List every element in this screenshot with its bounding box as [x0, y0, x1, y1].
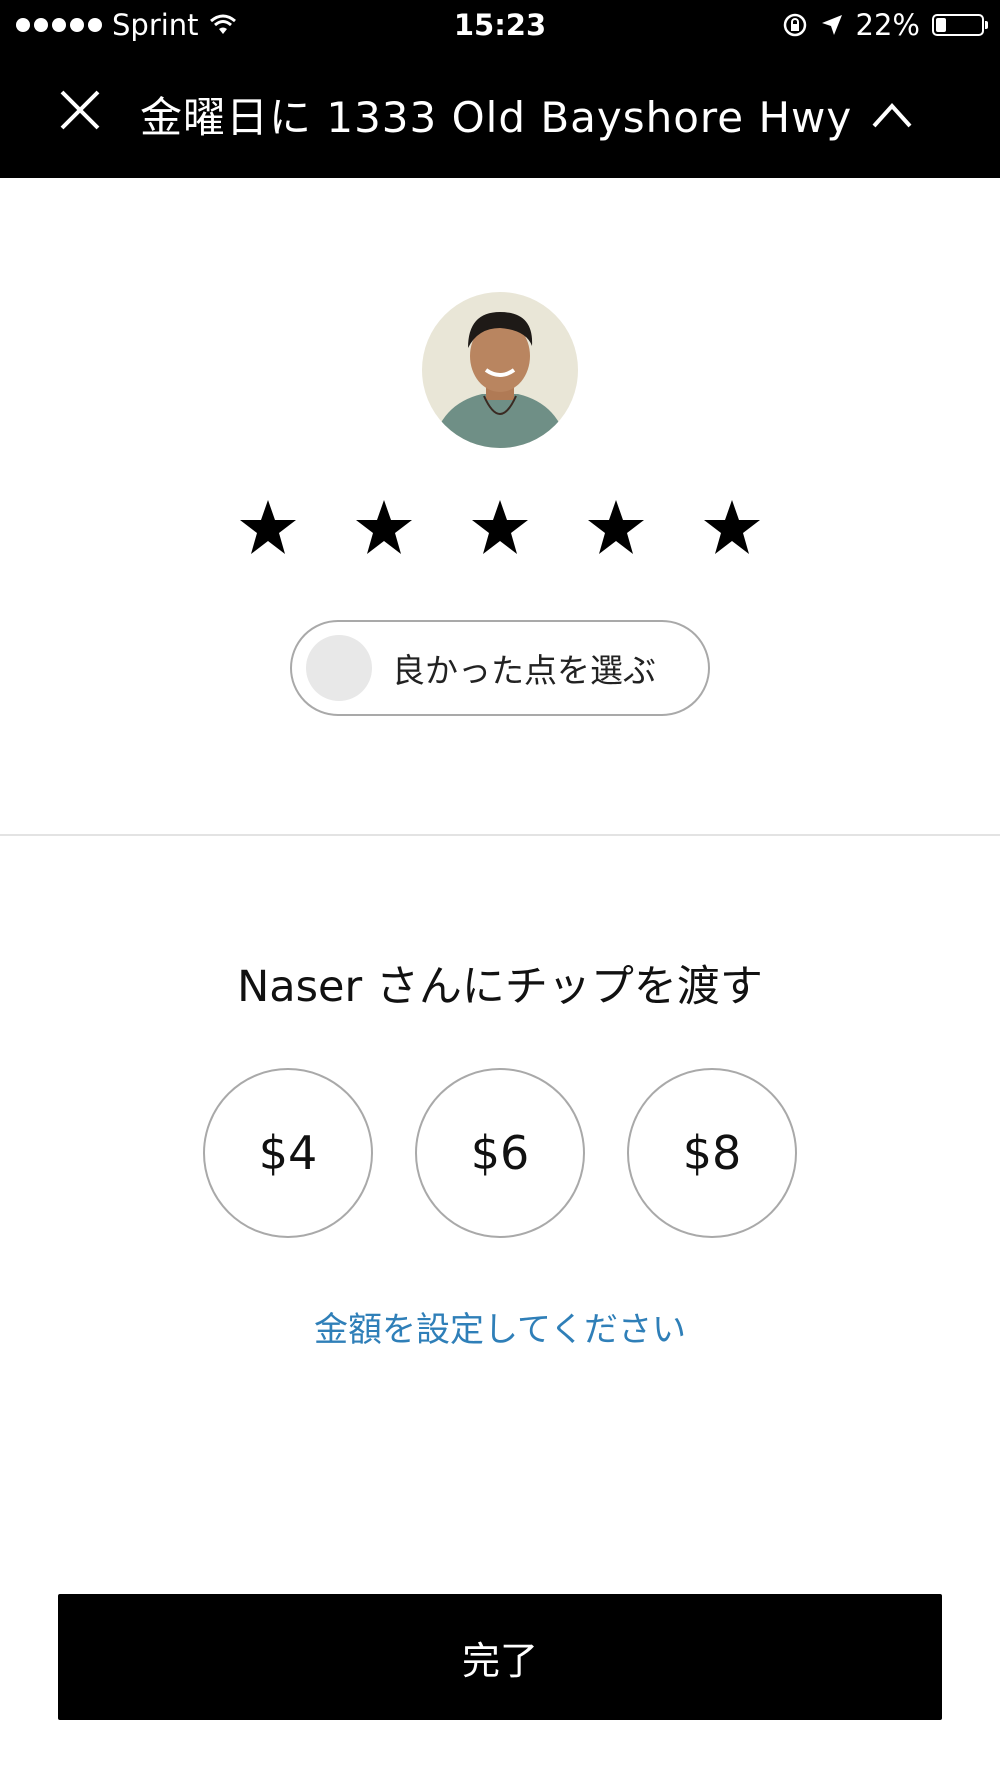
location-arrow-icon — [821, 15, 842, 35]
rotation-lock-icon — [783, 13, 806, 37]
custom-amount-link[interactable]: 金額を設定してください — [0, 1302, 1000, 1351]
star-2-icon[interactable] — [354, 498, 414, 558]
compliment-button[interactable]: 良かった点を選ぶ — [290, 620, 710, 716]
status-right: 22% — [782, 8, 988, 42]
section-divider — [0, 834, 1000, 836]
chevron-up-icon — [872, 102, 912, 127]
compliment-label: 良かった点を選ぶ — [392, 651, 656, 690]
battery-percent: 22% — [855, 8, 920, 42]
star-3-icon[interactable] — [470, 498, 530, 558]
star-rating — [0, 498, 1000, 558]
tip-option-8-button[interactable]: $8 — [627, 1068, 797, 1238]
tip-option-4-button[interactable]: $4 — [203, 1068, 373, 1238]
tip-heading: Naser さんにチップを渡す — [237, 962, 763, 1012]
trip-title-text: 金曜日に 1333 Old Bayshore Hwy — [140, 93, 853, 142]
star-5-icon[interactable] — [702, 498, 762, 558]
compliment-icon — [306, 635, 372, 701]
driver-photo — [422, 292, 578, 448]
trip-title[interactable]: 金曜日に 1333 Old Bayshore Hwy — [140, 84, 914, 145]
close-icon — [60, 90, 100, 130]
tip-option-6-button[interactable]: $6 — [415, 1068, 585, 1238]
done-button[interactable]: 完了 — [58, 1594, 942, 1720]
battery-fill — [936, 18, 946, 32]
star-1-icon[interactable] — [238, 498, 298, 558]
status-bar: Sprint 15:23 22% — [0, 0, 1000, 50]
driver-avatar — [422, 292, 578, 448]
battery-icon — [932, 14, 988, 36]
header: 金曜日に 1333 Old Bayshore Hwy — [0, 50, 1000, 178]
star-4-icon[interactable] — [586, 498, 646, 558]
tip-options: $4 $6 $8 — [0, 1068, 1000, 1238]
close-button[interactable] — [56, 86, 104, 134]
